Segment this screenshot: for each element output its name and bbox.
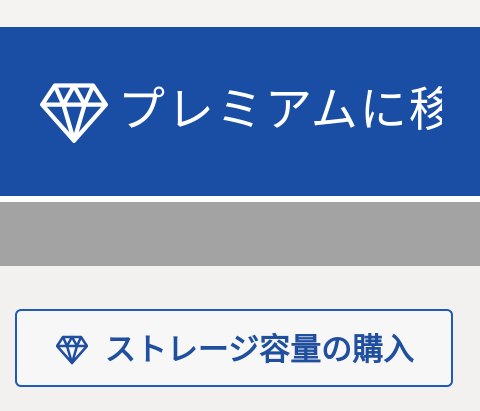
- gray-separator-bar: [0, 202, 480, 266]
- go-premium-banner[interactable]: プレミアムに移: [0, 27, 480, 196]
- diamond-icon: [56, 335, 88, 365]
- top-strip: [0, 0, 480, 27]
- diamond-icon: [40, 83, 108, 143]
- divider: [0, 266, 480, 276]
- go-premium-label: プレミアムに移: [118, 83, 442, 138]
- buy-storage-button[interactable]: ストレージ容量の購入: [15, 309, 453, 387]
- buy-storage-label: ストレージ容量の購入: [105, 332, 415, 368]
